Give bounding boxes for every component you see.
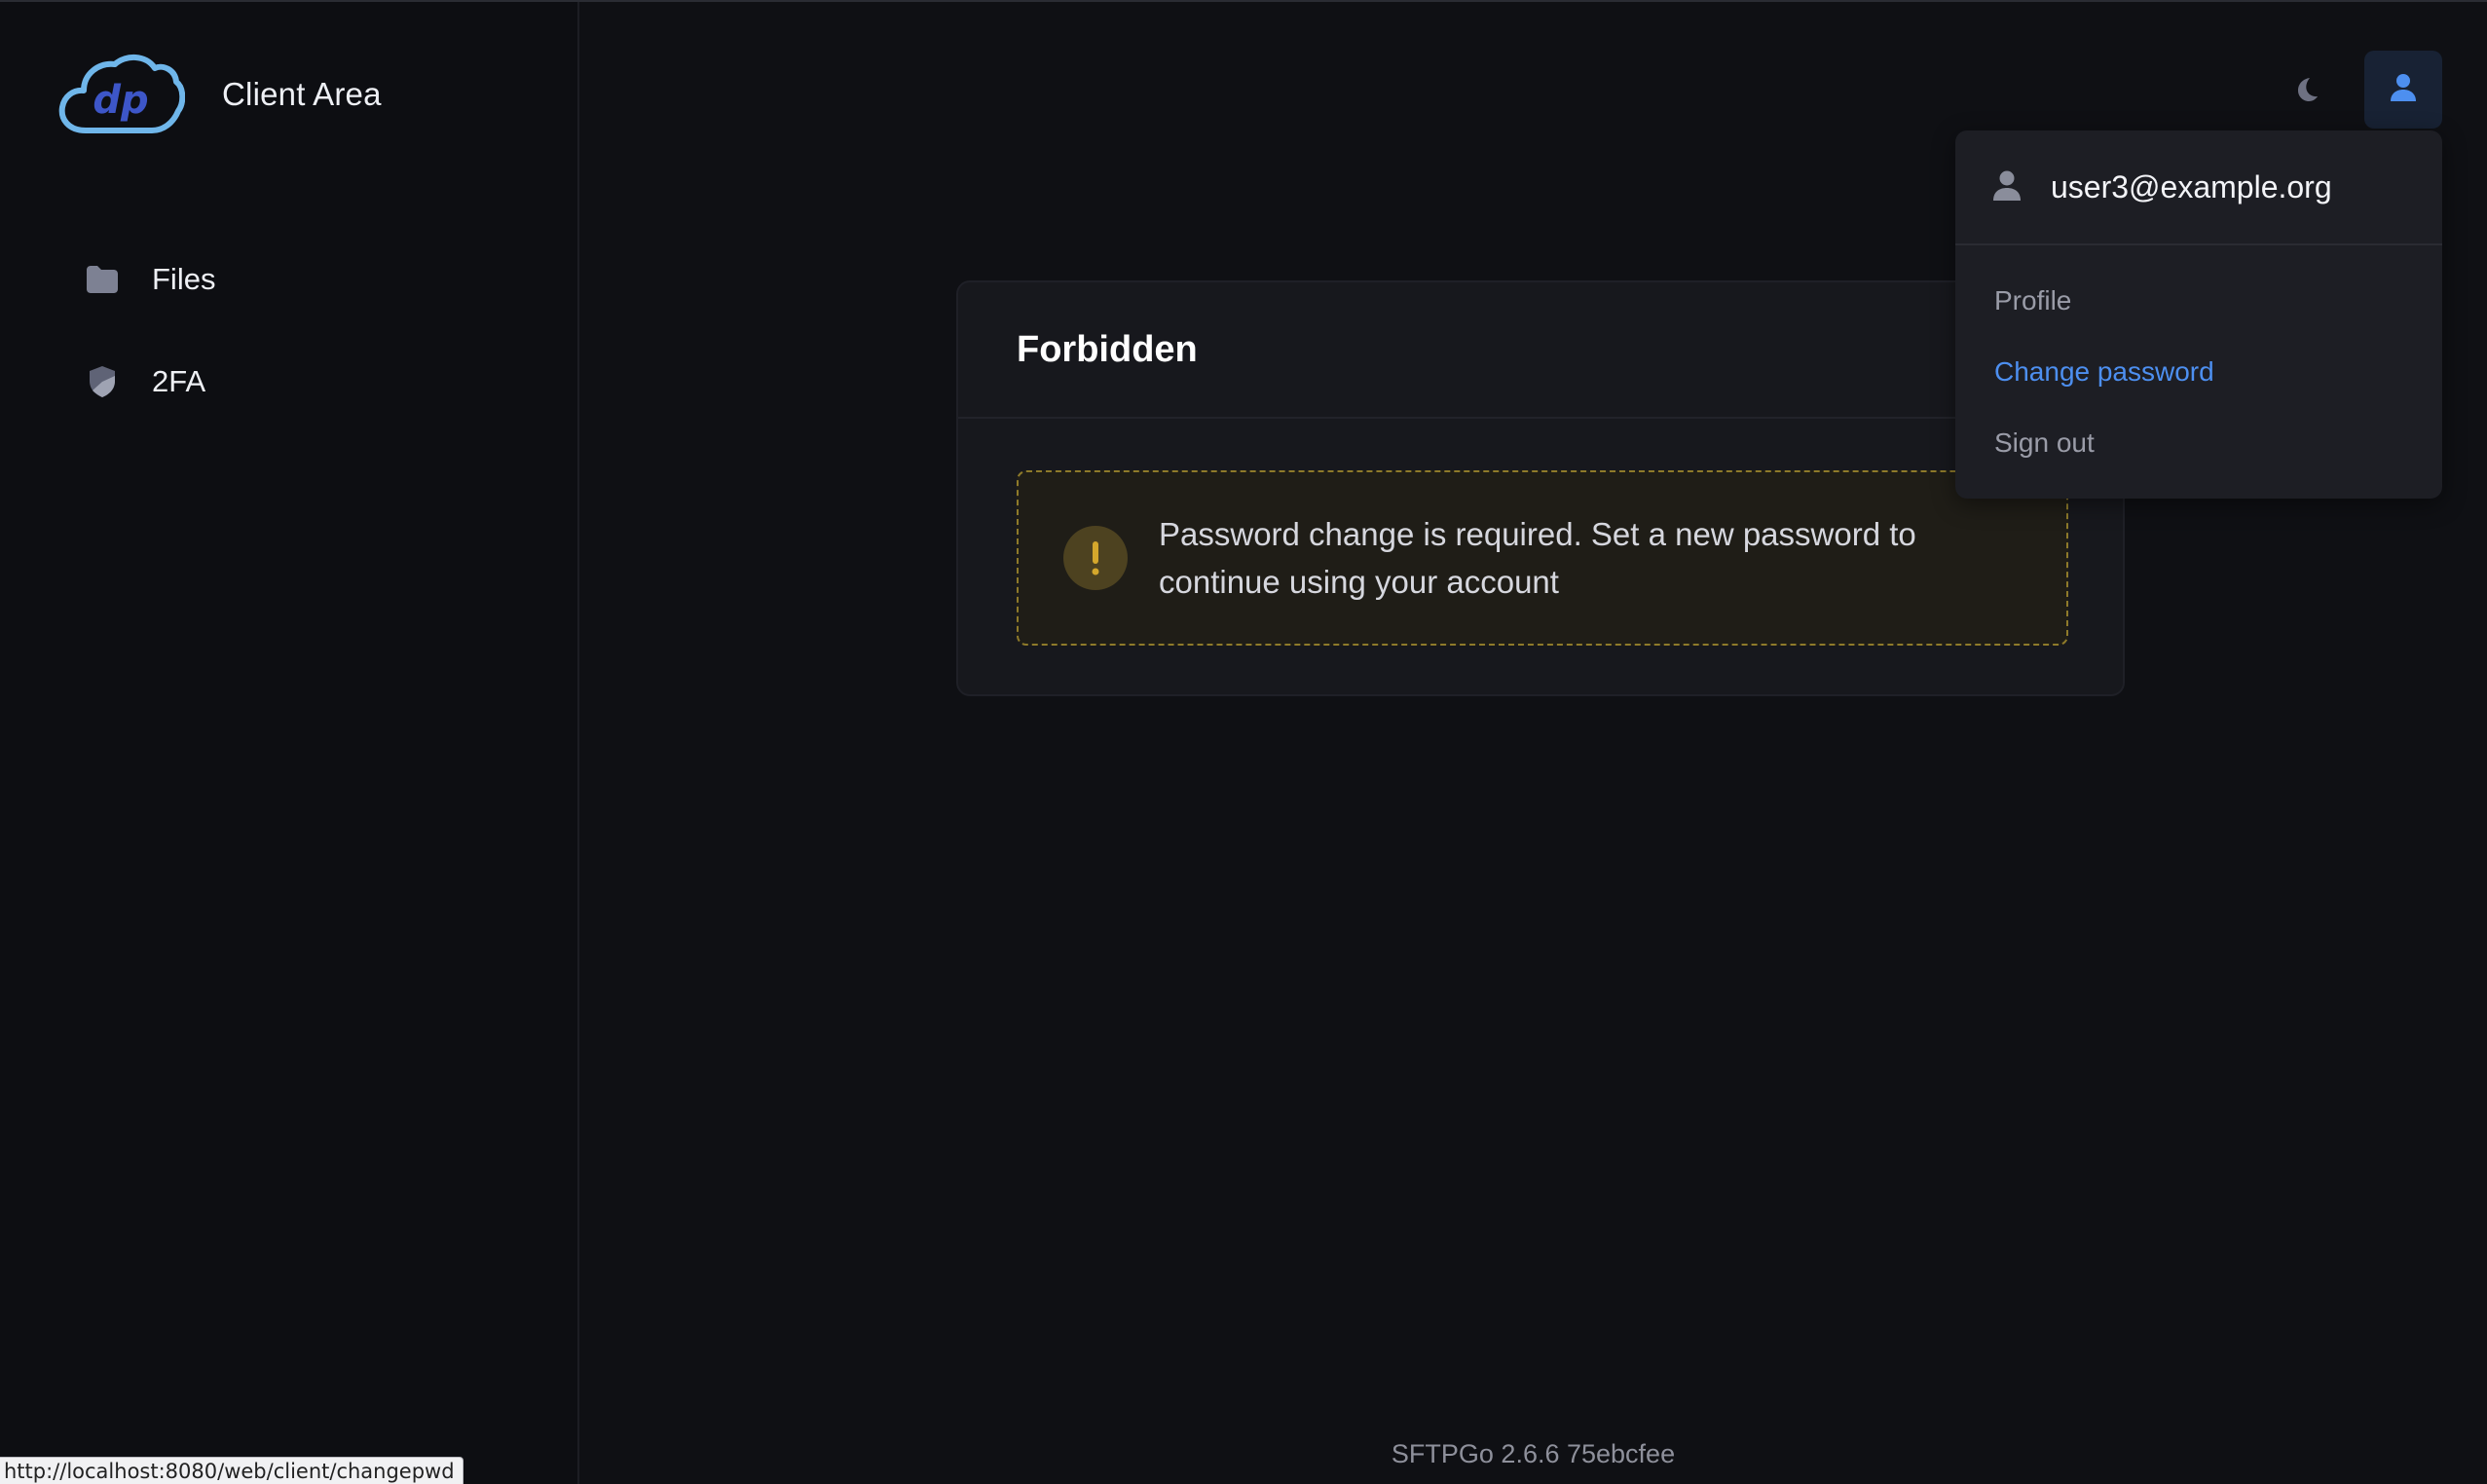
sidebar-item-2fa[interactable]: 2FA	[82, 352, 215, 411]
forbidden-card: Forbidden Password change is required. S…	[956, 280, 2125, 696]
user-icon	[2389, 72, 2418, 108]
user-dropdown-menu: user3@example.org Profile Change passwor…	[1955, 130, 2442, 499]
moon-icon	[2291, 75, 2320, 109]
svg-text:dp: dp	[93, 78, 148, 123]
menu-item-profile[interactable]: Profile	[1955, 265, 2442, 336]
shield-icon	[82, 361, 123, 402]
page-title: Forbidden	[1017, 328, 1198, 370]
logo-icon: dp	[58, 55, 185, 133]
brand[interactable]: dp Client Area	[56, 51, 382, 138]
theme-toggle-button[interactable]	[2279, 64, 2333, 119]
menu-item-change-password[interactable]: Change password	[1955, 336, 2442, 407]
alert-message: Password change is required. Set a new p…	[1159, 516, 1916, 600]
footer-version: SFTPGo 2.6.6 75ebcfee	[1391, 1439, 1676, 1468]
exclamation-icon	[1063, 526, 1128, 590]
app-title: Client Area	[222, 76, 382, 112]
user-menu-button[interactable]	[2364, 51, 2442, 129]
user-info: user3@example.org	[1955, 130, 2442, 245]
sidebar-item-label: 2FA	[152, 364, 206, 398]
user-icon	[1992, 168, 2022, 206]
warning-alert: Password change is required. Set a new p…	[1017, 470, 2068, 646]
menu-item-sign-out[interactable]: Sign out	[1955, 407, 2442, 478]
sidebar-nav: Files 2FA	[82, 250, 215, 455]
user-email: user3@example.org	[2051, 168, 2332, 204]
sidebar: dp Client Area Files 2FA	[0, 2, 579, 1484]
status-bar-url: http://localhost:8080/web/client/changep…	[0, 1457, 464, 1484]
folder-icon	[82, 259, 123, 300]
sidebar-item-files[interactable]: Files	[82, 250, 215, 309]
user-menu-items: Profile Change password Sign out	[1955, 245, 2442, 478]
card-header: Forbidden	[958, 282, 2123, 419]
sidebar-item-label: Files	[152, 262, 216, 296]
